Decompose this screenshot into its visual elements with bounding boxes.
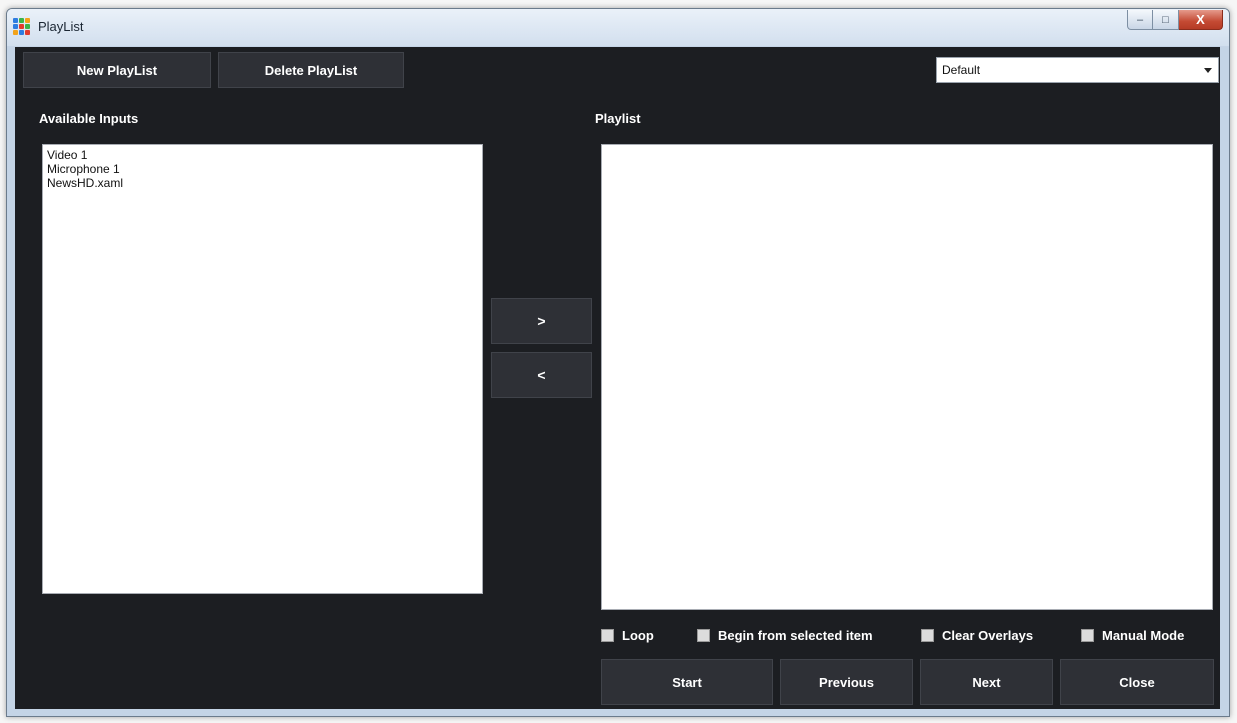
manual-mode-checkbox[interactable] (1081, 629, 1094, 642)
close-window-button[interactable]: X (1179, 10, 1223, 30)
playlist-label: Playlist (595, 111, 641, 126)
begin-selected-checkbox[interactable] (697, 629, 710, 642)
maximize-button[interactable]: □ (1153, 10, 1179, 30)
delete-playlist-button[interactable]: Delete PlayList (218, 52, 404, 88)
clear-overlays-label: Clear Overlays (942, 628, 1034, 643)
loop-label: Loop (622, 628, 654, 643)
playlist-window: PlayList – □ X New PlayList Delete PlayL… (6, 8, 1230, 717)
loop-checkbox[interactable] (601, 629, 614, 642)
manual-mode-label: Manual Mode (1102, 628, 1185, 643)
chevron-down-icon[interactable] (1204, 68, 1212, 73)
list-item[interactable]: Video 1 (43, 148, 482, 162)
close-button[interactable]: Close (1060, 659, 1214, 705)
available-inputs-list[interactable]: Video 1 Microphone 1 NewsHD.xaml (42, 144, 483, 594)
title-bar[interactable]: PlayList – □ X (7, 9, 1229, 46)
clear-overlays-option[interactable]: Clear Overlays (921, 628, 1033, 643)
maximize-icon: □ (1162, 13, 1169, 26)
close-icon: X (1196, 12, 1205, 27)
available-inputs-label: Available Inputs (39, 111, 139, 126)
begin-selected-label: Begin from selected item (718, 628, 873, 643)
begin-selected-option[interactable]: Begin from selected item (697, 628, 873, 643)
app-grid-icon (13, 18, 32, 37)
playlist-select[interactable]: Default (936, 57, 1219, 83)
new-playlist-button[interactable]: New PlayList (23, 52, 211, 88)
playlist-select-value: Default (942, 63, 981, 77)
next-button[interactable]: Next (920, 659, 1053, 705)
remove-from-playlist-button[interactable]: < (491, 352, 592, 398)
manual-mode-option[interactable]: Manual Mode (1081, 628, 1184, 643)
start-button[interactable]: Start (601, 659, 773, 705)
window-controls: – □ X (1127, 10, 1223, 30)
list-item[interactable]: NewsHD.xaml (43, 176, 482, 190)
window-title: PlayList (38, 19, 84, 34)
loop-option[interactable]: Loop (601, 628, 654, 643)
minimize-button[interactable]: – (1127, 10, 1153, 30)
playlist-list[interactable] (601, 144, 1213, 610)
minimize-icon: – (1136, 13, 1144, 26)
previous-button[interactable]: Previous (780, 659, 913, 705)
client-area: New PlayList Delete PlayList Default Ava… (15, 47, 1220, 709)
list-item[interactable]: Microphone 1 (43, 162, 482, 176)
clear-overlays-checkbox[interactable] (921, 629, 934, 642)
add-to-playlist-button[interactable]: > (491, 298, 592, 344)
